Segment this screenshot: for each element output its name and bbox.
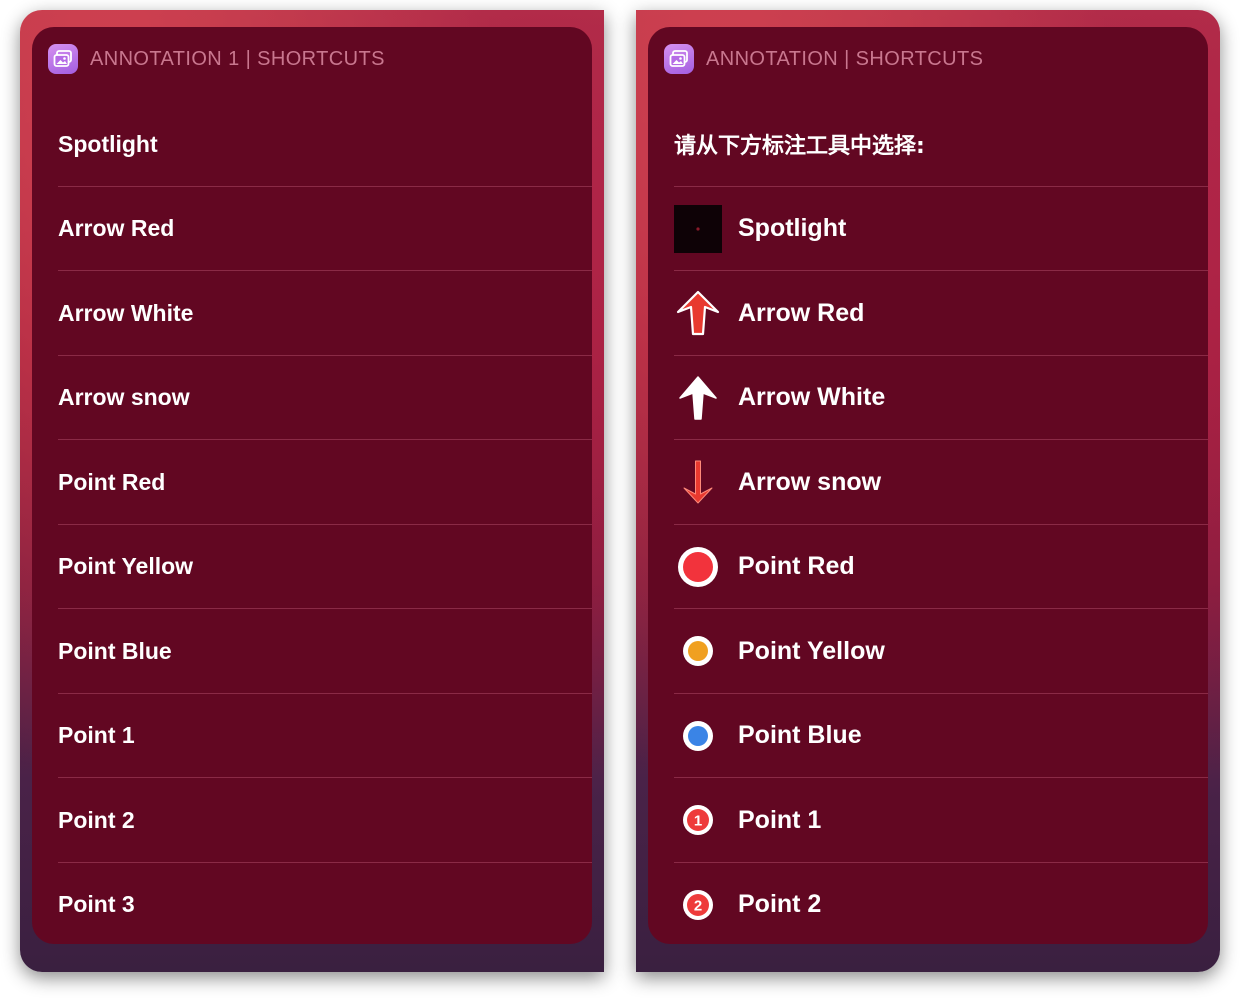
list-item-label: Point Blue [738,721,862,750]
arrow-red-down-icon [674,458,722,506]
list-item-arrow-white[interactable]: Arrow White [648,356,1208,440]
list-item-spotlight[interactable]: Spotlight [32,102,592,187]
list-item-point-3[interactable]: Point 3 [32,863,592,945]
photos-app-icon [48,44,78,74]
list-item-arrow-red[interactable]: Arrow Red [648,271,1208,356]
list-item-label: Point 2 [738,890,822,919]
list-item-label: Spotlight [738,214,847,243]
arrow-red-up-icon [674,289,722,337]
list-item-label: Spotlight [58,130,158,157]
list-item-point-red[interactable]: Point Red [32,440,592,525]
list-item-point-blue[interactable]: Point Blue [648,694,1208,778]
list-item-point-blue[interactable]: Point Blue [32,609,592,694]
list-item-label: Point Yellow [58,553,194,580]
list-item-label: Point Yellow [738,636,885,665]
point-number-1-icon: 1 [674,796,722,844]
list-item-point-1[interactable]: 1 Point 1 [648,778,1208,863]
list-item-point-2[interactable]: Point 2 [32,778,592,863]
list-item-label: Point 3 [58,891,135,918]
list-item-label: Arrow White [738,383,886,412]
panel-title: ANNOTATION | SHORTCUTS [706,47,984,70]
spotlight-icon [674,204,722,253]
point-badge-number: 1 [694,813,702,830]
list-item-arrow-white[interactable]: Arrow White [32,271,592,356]
point-number-2-icon: 2 [674,881,722,929]
shortcut-list: Spotlight Arrow Red Arrow White Arrow sn… [32,102,592,944]
shortcut-list: 请从下方标注工具中选择: Spotlight Arrow Red Arrow W… [648,102,1208,944]
right-screen: ANNOTATION | SHORTCUTS 请从下方标注工具中选择: Spot… [636,10,1220,972]
list-item-arrow-red[interactable]: Arrow Red [32,187,592,271]
point-badge-number: 2 [694,897,702,914]
list-item-label: Point 1 [58,722,135,749]
list-item-label: Point Blue [58,637,172,664]
list-item-label: Arrow White [58,299,194,326]
list-item-spotlight[interactable]: Spotlight [648,187,1208,271]
list-item-point-yellow[interactable]: Point Yellow [32,525,592,609]
panel-header: ANNOTATION | SHORTCUTS [664,43,983,75]
list-item-label: Point Red [738,552,855,581]
shortcut-menu-panel: ANNOTATION 1 | SHORTCUTS Spotlight Arrow… [32,27,592,944]
left-screen: ANNOTATION 1 | SHORTCUTS Spotlight Arrow… [20,10,604,972]
list-item-arrow-snow[interactable]: Arrow snow [32,356,592,440]
list-item-point-2[interactable]: 2 Point 2 [648,863,1208,945]
point-blue-icon [674,712,722,760]
list-item-label: Arrow snow [738,467,882,496]
list-item-point-1[interactable]: Point 1 [32,694,592,778]
point-red-icon [674,543,722,591]
list-item-label: Arrow snow [58,384,190,411]
prompt-row: 请从下方标注工具中选择: [648,102,1208,187]
list-item-arrow-snow[interactable]: Arrow snow [648,440,1208,525]
list-item-point-red[interactable]: Point Red [648,525,1208,609]
shortcut-menu-panel: ANNOTATION | SHORTCUTS 请从下方标注工具中选择: Spot… [648,27,1208,944]
point-yellow-icon [674,627,722,675]
list-item-point-yellow[interactable]: Point Yellow [648,609,1208,694]
prompt-text: 请从下方标注工具中选择: [674,134,925,160]
list-item-label: Point 1 [738,805,822,834]
list-item-label: Point Red [58,468,166,495]
arrow-white-up-icon [674,374,722,422]
photos-app-icon [664,44,694,74]
panel-header: ANNOTATION 1 | SHORTCUTS [48,43,385,75]
list-item-label: Arrow Red [58,215,175,242]
list-item-label: Point 2 [58,806,135,833]
panel-title: ANNOTATION 1 | SHORTCUTS [90,47,385,70]
list-item-label: Arrow Red [738,298,865,327]
